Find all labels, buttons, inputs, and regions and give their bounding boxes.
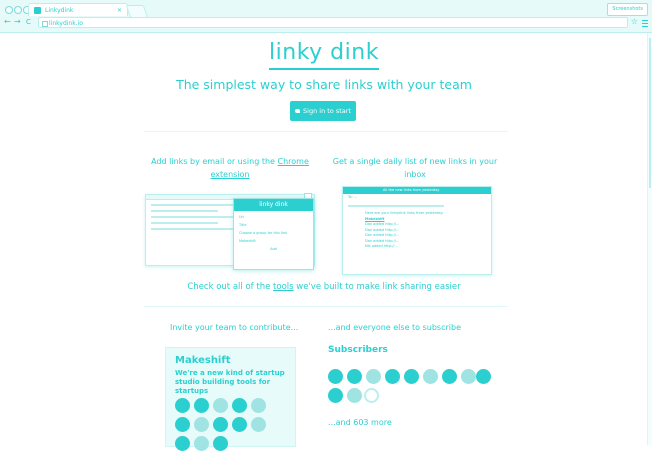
page-icon bbox=[42, 21, 48, 27]
divider bbox=[144, 306, 508, 307]
subscriber-avatar[interactable] bbox=[328, 388, 343, 403]
group-title: Makeshift bbox=[175, 355, 231, 366]
group-description: We're a new kind of startup studio build… bbox=[175, 369, 285, 395]
invite-team-label: Invite your team to contribute... bbox=[170, 323, 299, 332]
site-logo[interactable]: linky dink bbox=[0, 40, 648, 70]
member-avatar[interactable] bbox=[213, 417, 228, 432]
subscriber-avatar[interactable] bbox=[385, 369, 400, 384]
subscriber-avatar[interactable] bbox=[366, 369, 381, 384]
close-window-icon[interactable] bbox=[5, 6, 13, 14]
popup-title-label: Title bbox=[239, 223, 247, 227]
bookmark-star-icon[interactable]: ☆ bbox=[631, 17, 638, 26]
email-row: Nik added http://... bbox=[365, 244, 398, 248]
tools-cta: Check out all of the tools we've built t… bbox=[187, 282, 461, 292]
group-card[interactable]: Makeshift We're a new kind of startup st… bbox=[165, 347, 296, 451]
close-tab-icon[interactable]: × bbox=[117, 4, 122, 17]
twitter-icon bbox=[295, 109, 301, 113]
member-avatar[interactable] bbox=[175, 398, 190, 413]
member-avatar[interactable] bbox=[232, 398, 247, 413]
popup-add-label: Add bbox=[270, 247, 277, 251]
member-avatar[interactable] bbox=[194, 417, 209, 432]
tab-title: Linkydink bbox=[45, 7, 74, 14]
subscriber-avatar[interactable] bbox=[328, 369, 343, 384]
subscriber-avatar[interactable] bbox=[364, 388, 379, 403]
popup-group-label: Choose a group for this link bbox=[239, 231, 288, 235]
subscriber-avatar[interactable] bbox=[404, 369, 419, 384]
popup-url-label: Url bbox=[239, 215, 244, 219]
popup-group-value: Makeshift bbox=[239, 239, 256, 243]
back-icon[interactable]: ← bbox=[4, 17, 11, 27]
more-subscribers-label: ...and 603 more bbox=[328, 418, 392, 427]
member-avatar[interactable] bbox=[213, 398, 228, 413]
email-screenshot: All the new links from yesterday To: ...… bbox=[342, 186, 492, 275]
menu-icon[interactable] bbox=[642, 18, 648, 29]
email-to: To: ... bbox=[348, 195, 358, 199]
member-avatar[interactable] bbox=[251, 398, 266, 413]
subscriber-avatar[interactable] bbox=[442, 369, 457, 384]
tools-link[interactable]: tools bbox=[273, 282, 294, 292]
browser-tab[interactable]: Linkydink × bbox=[28, 3, 128, 16]
scrollbar-thumb[interactable] bbox=[649, 38, 651, 188]
subscriber-avatar[interactable] bbox=[461, 369, 476, 384]
subscriber-avatar[interactable] bbox=[476, 369, 491, 384]
extension-popup: linky dink Url Title Choose a group for … bbox=[233, 198, 314, 270]
feature-daily-list: Get a single daily list of new links in … bbox=[332, 157, 498, 179]
member-avatar[interactable] bbox=[194, 436, 209, 451]
address-text: linkydink.io bbox=[49, 20, 83, 27]
member-avatar[interactable] bbox=[213, 436, 228, 451]
minimize-window-icon[interactable] bbox=[14, 6, 22, 14]
address-bar[interactable]: linkydink.io bbox=[38, 17, 628, 28]
email-subject: All the new links from yesterday bbox=[343, 187, 491, 194]
favicon-icon bbox=[34, 7, 41, 14]
browser-chrome: Linkydink × Screenshots ← → C linkydink.… bbox=[0, 0, 652, 33]
member-avatar[interactable] bbox=[232, 417, 247, 432]
forward-icon[interactable]: → bbox=[14, 17, 21, 27]
member-avatar[interactable] bbox=[175, 417, 190, 432]
subscriber-avatar[interactable] bbox=[423, 369, 438, 384]
member-avatar[interactable] bbox=[251, 417, 266, 432]
reload-icon[interactable]: C bbox=[26, 17, 31, 27]
subscriber-avatar[interactable] bbox=[347, 388, 362, 403]
member-avatar[interactable] bbox=[175, 436, 190, 451]
divider bbox=[144, 131, 508, 132]
subscriber-avatar[interactable] bbox=[347, 369, 362, 384]
feature-add-links: Add links by email or using the Chrome e… bbox=[151, 157, 309, 179]
subscribe-label: ...and everyone else to subscribe bbox=[328, 323, 461, 332]
screenshots-extension-button[interactable]: Screenshots bbox=[607, 3, 648, 16]
tagline: The simplest way to share links with you… bbox=[176, 77, 472, 92]
popup-title: linky dink bbox=[234, 199, 313, 211]
sign-in-button[interactable]: Sign in to start bbox=[290, 101, 356, 121]
subscribers-heading: Subscribers bbox=[328, 345, 388, 355]
member-avatar[interactable] bbox=[194, 398, 209, 413]
sign-in-label: Sign in to start bbox=[303, 107, 351, 115]
